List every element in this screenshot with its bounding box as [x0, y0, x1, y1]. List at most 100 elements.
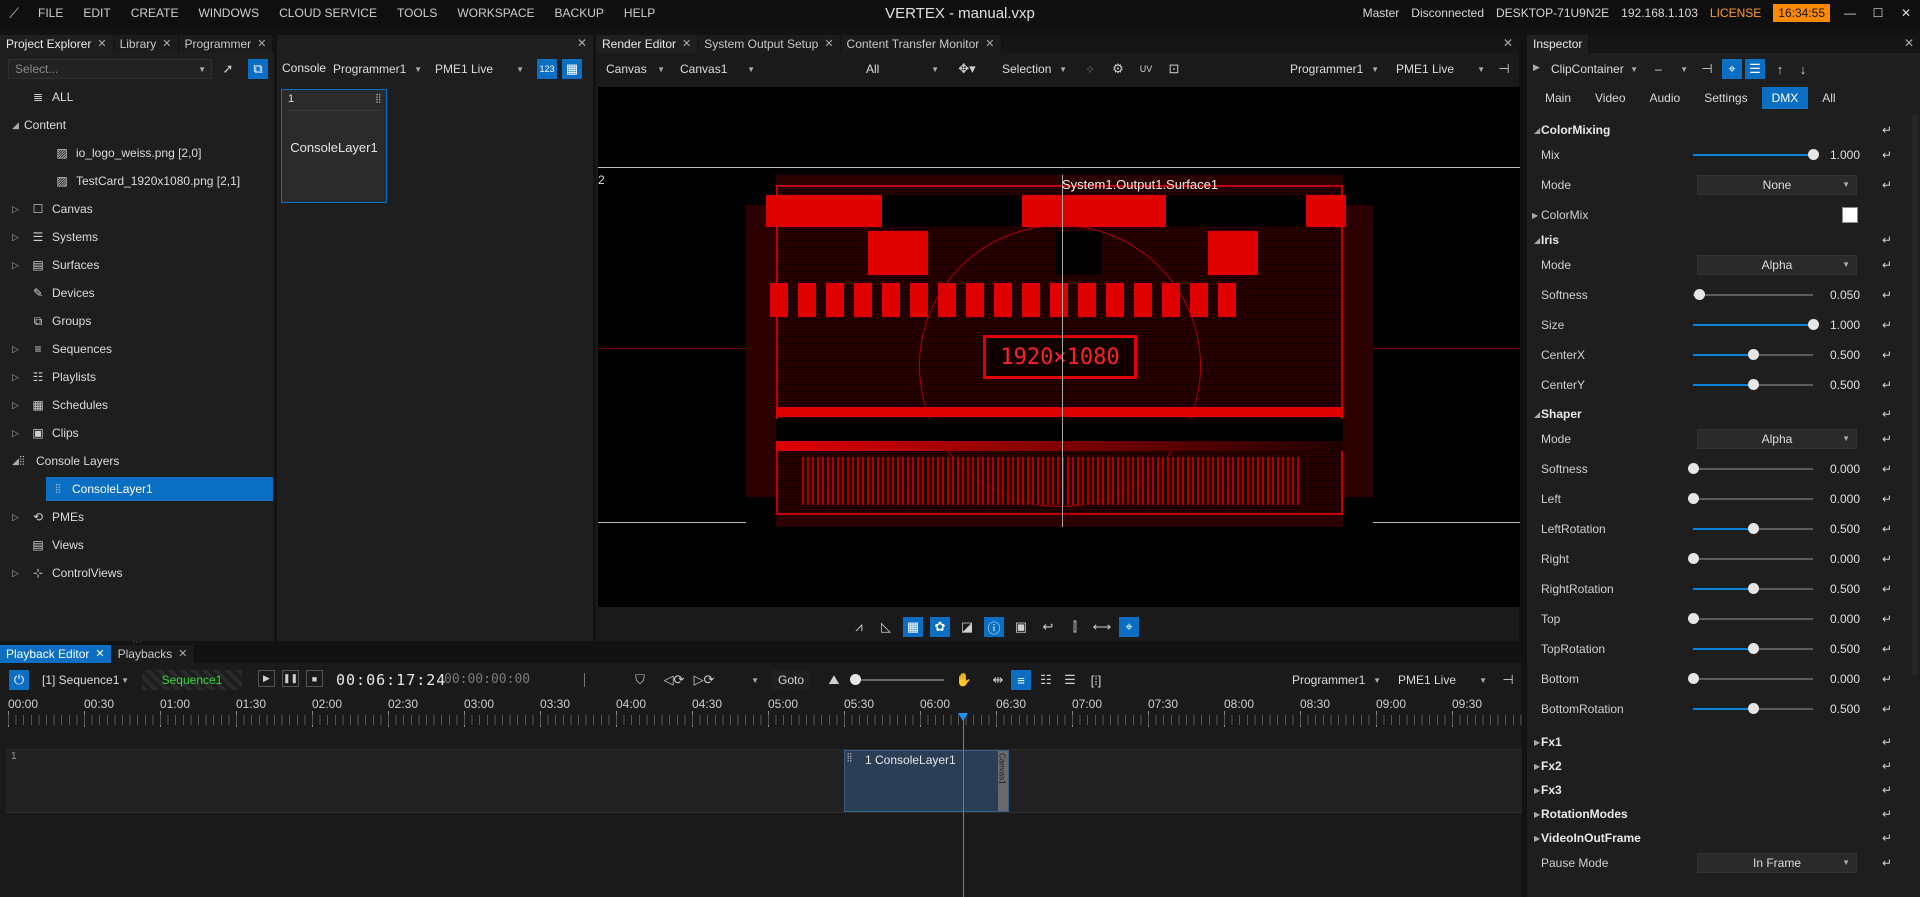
reset-icon[interactable]: ↵ — [1882, 702, 1892, 716]
slider-knob[interactable] — [1748, 349, 1759, 360]
hand-icon[interactable]: ✋ — [954, 670, 974, 690]
menu-file[interactable]: FILE — [28, 0, 73, 26]
tree-item-console-layers[interactable]: ◢ ⦙⦙ Console Layers — [0, 449, 273, 473]
tree-item-canvas[interactable]: ▷ ☐ Canvas — [0, 197, 273, 221]
chevron-right-icon[interactable]: ▶ — [1532, 211, 1538, 220]
fit-icon[interactable]: ⊡ — [1164, 59, 1184, 79]
tree-item-all[interactable]: ≣ ALL — [0, 85, 273, 109]
arrow-down-icon[interactable]: ↓ — [1793, 59, 1813, 79]
minimize-icon[interactable]: — — [1836, 6, 1864, 20]
expand-arrow-icon[interactable]: ▶ — [1533, 62, 1540, 73]
slider-knob[interactable] — [1688, 493, 1699, 504]
slider-knob[interactable] — [1694, 289, 1705, 300]
slider-knob[interactable] — [1748, 379, 1759, 390]
grip-handle[interactable]: ⋯ — [132, 637, 142, 648]
reset-icon[interactable]: ↵ — [1882, 759, 1892, 773]
object-type-select[interactable]: ClipContainer ▼ — [1545, 59, 1643, 79]
section-header[interactable]: ▶ Fx3 ↵ — [1527, 779, 1902, 801]
license-link[interactable]: LICENSE — [1704, 6, 1767, 20]
reset-icon[interactable]: ↵ — [1882, 258, 1892, 272]
reset-icon[interactable]: ↵ — [1882, 582, 1892, 596]
tree-item-controlviews[interactable]: ▷ ⊹ ControlViews — [0, 561, 273, 585]
expand-arrow-icon[interactable]: ▷ — [12, 344, 19, 355]
tree-item-schedules[interactable]: ▷ ▦ Schedules — [0, 393, 273, 417]
maximize-icon[interactable]: ☐ — [1864, 6, 1892, 20]
numbers-icon[interactable]: 123 — [537, 59, 557, 79]
expand-arrow-icon[interactable]: ▷ — [12, 232, 19, 243]
playhead-marker[interactable] — [958, 713, 969, 721]
close-icon[interactable]: ✕ — [1904, 36, 1914, 50]
expand-arrow-icon[interactable]: ▷ — [12, 204, 19, 215]
shaper-bottomrotation-slider[interactable] — [1693, 703, 1813, 714]
tab-library[interactable]: Library ✕ — [113, 35, 179, 53]
canvas-select[interactable]: Canvas1 ▼ — [674, 59, 760, 79]
reset-icon[interactable]: ↵ — [1882, 288, 1892, 302]
console-programmer-select[interactable]: Programmer1 ▼ — [327, 59, 427, 79]
shaper-top-slider[interactable] — [1688, 613, 1813, 624]
tree-item-devices[interactable]: ✎ Devices — [0, 281, 273, 305]
tree-item-surfaces[interactable]: ▷ ▤ Surfaces — [0, 253, 273, 277]
target-icon[interactable]: ⌖ — [1119, 617, 1139, 637]
property-value[interactable]: 0.500 — [1830, 522, 1860, 536]
pause-mode-select[interactable]: In Frame ▼ — [1697, 853, 1857, 873]
pin-icon[interactable]: ⊣ — [1494, 59, 1514, 79]
reset-icon[interactable]: ↵ — [1882, 612, 1892, 626]
timeline-track[interactable] — [6, 749, 1522, 813]
playhead[interactable] — [958, 713, 969, 897]
expand-arrow-icon[interactable]: ▷ — [12, 400, 19, 411]
explorer-filter-select[interactable]: Select... ▼ — [8, 59, 212, 79]
reset-icon[interactable]: ↵ — [1882, 178, 1892, 192]
playback-programmer-select[interactable]: Programmer1 ▼ — [1286, 670, 1386, 690]
reset-icon[interactable]: ↵ — [1882, 348, 1892, 362]
target-icon[interactable]: ⌖ — [1722, 59, 1742, 79]
close-tab-icon[interactable]: ✕ — [682, 35, 691, 53]
expand-arrow-icon[interactable]: ▷ — [12, 260, 19, 271]
zoom-landscape-icon[interactable]: ⛰ — [824, 670, 844, 690]
tab-render-editor[interactable]: Render Editor ✕ — [596, 35, 699, 53]
shaper-rightrotation-slider[interactable] — [1693, 583, 1813, 594]
inspector-scrollbar[interactable] — [1912, 115, 1918, 675]
tree-item-views[interactable]: ▤ Views — [0, 533, 273, 557]
section-header[interactable]: ▶ RotationModes ↵ — [1527, 803, 1902, 825]
expand-arrow-icon[interactable]: ◢ — [12, 120, 19, 131]
close-tab-icon[interactable]: ✕ — [824, 35, 833, 53]
close-tab-icon[interactable]: ✕ — [257, 35, 266, 53]
undo-icon[interactable]: ↩ — [1038, 617, 1058, 637]
zoom-slider[interactable] — [850, 674, 944, 685]
connection-status[interactable]: Disconnected — [1405, 6, 1490, 20]
tree-item-pmes[interactable]: ▷ ⟲ PMEs — [0, 505, 273, 529]
console-pme-select[interactable]: PME1 Live ▼ — [429, 59, 529, 79]
expand-arrow-icon[interactable]: ▷ — [12, 372, 19, 383]
shaper-leftrotation-slider[interactable] — [1693, 523, 1813, 534]
object-sub-select[interactable]: – ▼ — [1649, 59, 1693, 79]
slider-knob[interactable] — [1748, 703, 1759, 714]
reset-icon[interactable]: ↵ — [1882, 783, 1892, 797]
tab-playbacks[interactable]: Playbacks ✕ — [111, 645, 195, 663]
console-layer-cell[interactable]: 1 ⦙⦙ ConsoleLayer1 — [281, 89, 387, 203]
reset-icon[interactable]: ↵ — [1882, 378, 1892, 392]
slider-knob[interactable] — [1688, 463, 1699, 474]
close-tab-icon[interactable]: ✕ — [95, 645, 104, 663]
slider-knob[interactable] — [1748, 523, 1759, 534]
bracket-icon[interactable]: [⁞] — [1086, 670, 1106, 690]
section-header[interactable]: ▶ Fx2 ↵ — [1527, 755, 1902, 777]
align-horizontal-icon[interactable]: ⟷ — [1092, 617, 1112, 637]
tree-item-groups[interactable]: ⧉ Groups — [0, 309, 273, 333]
property-value[interactable]: 0.000 — [1830, 612, 1860, 626]
close-icon[interactable]: ✕ — [577, 36, 587, 50]
app-logo-icon[interactable]: ⟋ — [0, 0, 28, 26]
menu-create[interactable]: CREATE — [121, 0, 189, 26]
iris-mode-select[interactable]: Alpha ▼ — [1697, 255, 1857, 275]
property-value[interactable]: 0.000 — [1830, 492, 1860, 506]
grid-icon[interactable]: ▦ — [562, 59, 582, 79]
uv-icon[interactable]: UV — [1136, 59, 1156, 79]
slider-knob[interactable] — [1748, 583, 1759, 594]
colormix-mode-select[interactable]: None ▼ — [1697, 175, 1857, 195]
property-value[interactable]: 0.500 — [1830, 582, 1860, 596]
iris-centery-slider[interactable] — [1693, 379, 1813, 390]
property-value[interactable]: 0.500 — [1830, 348, 1860, 362]
tab-system-output-setup[interactable]: System Output Setup ✕ — [698, 35, 841, 53]
close-tab-icon[interactable]: ✕ — [162, 35, 171, 53]
expand-arrow-icon[interactable]: ▷ — [12, 428, 19, 439]
render-pme-select[interactable]: PME1 Live ▼ — [1390, 59, 1490, 79]
